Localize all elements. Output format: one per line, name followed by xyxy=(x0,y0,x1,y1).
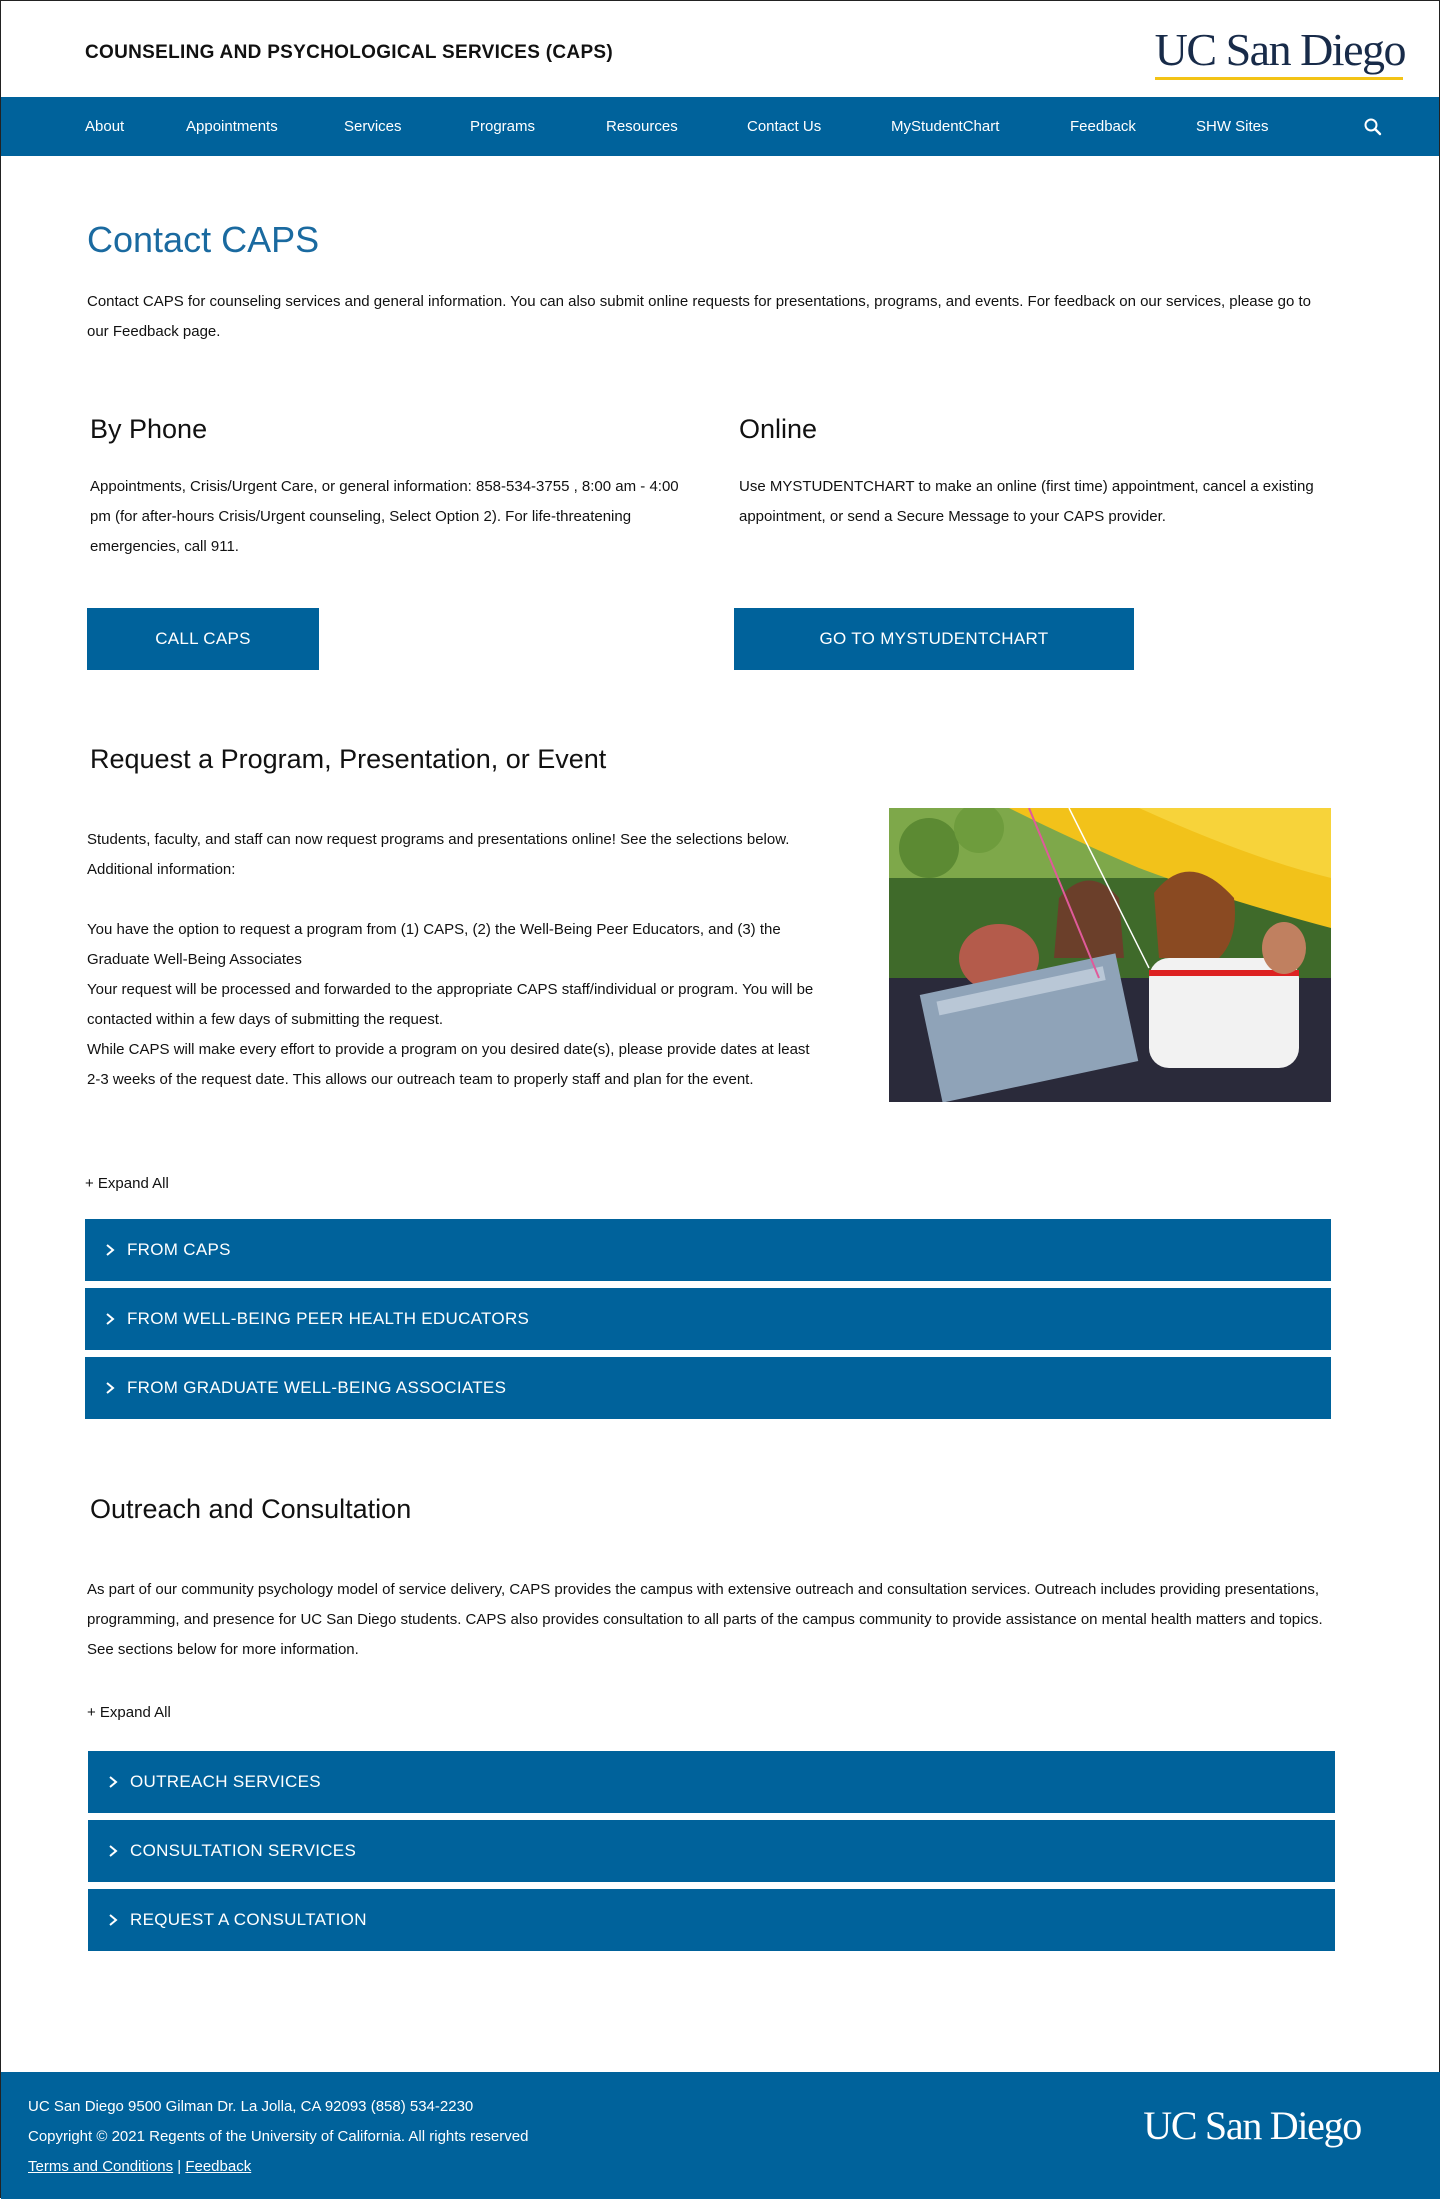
footer-link-separator: | xyxy=(177,2158,182,2175)
footer-links: Terms and Conditions | Feedback xyxy=(28,2158,251,2175)
site-footer: UC San Diego 9500 Gilman Dr. La Jolla, C… xyxy=(1,2072,1440,2199)
chevron-right-icon xyxy=(109,1776,118,1788)
accordion-from-caps[interactable]: FROM CAPS xyxy=(85,1219,1331,1281)
accordion-label: CONSULTATION SERVICES xyxy=(130,1841,357,1860)
chevron-right-icon xyxy=(109,1845,118,1857)
phone-text: Appointments, Crisis/Urgent Care, or gen… xyxy=(90,478,679,555)
expand-all-outreach[interactable]: + Expand All xyxy=(87,1704,171,1721)
nav-mystudentchart[interactable]: MyStudentChart xyxy=(891,97,999,156)
online-text: Use MYSTUDENTCHART to make an online (fi… xyxy=(739,478,1314,525)
request-paragraph: Students, faculty, and staff can now req… xyxy=(87,831,790,878)
chevron-right-icon xyxy=(109,1914,118,1926)
nav-shw-sites[interactable]: SHW Sites xyxy=(1196,97,1269,156)
request-paragraph: Your request will be processed and forwa… xyxy=(87,981,814,1028)
chevron-right-icon xyxy=(106,1313,115,1325)
call-caps-button[interactable]: CALL CAPS xyxy=(87,608,319,670)
expand-all-programs[interactable]: + Expand All xyxy=(85,1175,169,1192)
accordion-label: REQUEST A CONSULTATION xyxy=(130,1910,367,1929)
phone-heading: By Phone xyxy=(90,414,208,444)
accordion-from-peer-health-educators[interactable]: FROM WELL-BEING PEER HEALTH EDUCATORS xyxy=(85,1288,1331,1350)
go-to-mystudentchart-button[interactable]: GO TO MYSTUDENTCHART xyxy=(734,608,1134,670)
accordion-outreach-services[interactable]: OUTREACH SERVICES xyxy=(88,1751,1335,1813)
nav-programs[interactable]: Programs xyxy=(470,97,535,156)
page-title: Contact CAPS xyxy=(87,219,320,260)
accordion-label: FROM WELL-BEING PEER HEALTH EDUCATORS xyxy=(127,1309,530,1328)
footer-copyright: Copyright © 2021 Regents of the Universi… xyxy=(28,2128,529,2145)
uc-san-diego-logo[interactable]: UC San Diego xyxy=(1155,27,1407,73)
nav-resources[interactable]: Resources xyxy=(606,97,678,156)
online-heading: Online xyxy=(739,414,818,444)
accordion-consultation-services[interactable]: CONSULTATION SERVICES xyxy=(88,1820,1335,1882)
nav-contact-us[interactable]: Contact Us xyxy=(747,97,821,156)
students-outreach-photo xyxy=(889,808,1331,1102)
request-description: Students, faculty, and staff can now req… xyxy=(87,825,827,1095)
footer-address: UC San Diego 9500 Gilman Dr. La Jolla, C… xyxy=(28,2098,474,2115)
accordion-from-graduate-associates[interactable]: FROM GRADUATE WELL-BEING ASSOCIATES xyxy=(85,1357,1331,1419)
nav-appointments[interactable]: Appointments xyxy=(186,97,278,156)
nav-feedback[interactable]: Feedback xyxy=(1070,97,1136,156)
request-paragraph: While CAPS will make every effort to pro… xyxy=(87,1041,810,1088)
site-title[interactable]: COUNSELING AND PSYCHOLOGICAL SERVICES (C… xyxy=(85,42,613,64)
main-nav: About Appointments Services Programs Res… xyxy=(1,97,1439,156)
nav-services[interactable]: Services xyxy=(344,97,402,156)
search-icon[interactable] xyxy=(1363,117,1383,137)
footer-uc-san-diego-logo[interactable]: UC San Diego xyxy=(1143,2106,1362,2146)
chevron-right-icon xyxy=(106,1244,115,1256)
feedback-link[interactable]: Feedback xyxy=(185,2158,251,2175)
outreach-text: As part of our community psychology mode… xyxy=(87,1581,1323,1658)
accordion-label: FROM GRADUATE WELL-BEING ASSOCIATES xyxy=(127,1378,507,1397)
terms-and-conditions-link[interactable]: Terms and Conditions xyxy=(28,2158,173,2175)
intro-text: Contact CAPS for counseling services and… xyxy=(87,293,1312,340)
chevron-right-icon xyxy=(106,1382,115,1394)
logo-underline xyxy=(1155,77,1403,80)
accordion-label: FROM CAPS xyxy=(127,1240,231,1259)
request-paragraph: You have the option to request a program… xyxy=(87,921,781,968)
accordion-request-consultation[interactable]: REQUEST A CONSULTATION xyxy=(88,1889,1335,1951)
outreach-heading: Outreach and Consultation xyxy=(90,1494,412,1524)
accordion-label: OUTREACH SERVICES xyxy=(130,1772,321,1791)
nav-about[interactable]: About xyxy=(85,97,124,156)
request-heading: Request a Program, Presentation, or Even… xyxy=(90,744,607,774)
site-header: COUNSELING AND PSYCHOLOGICAL SERVICES (C… xyxy=(1,1,1439,97)
